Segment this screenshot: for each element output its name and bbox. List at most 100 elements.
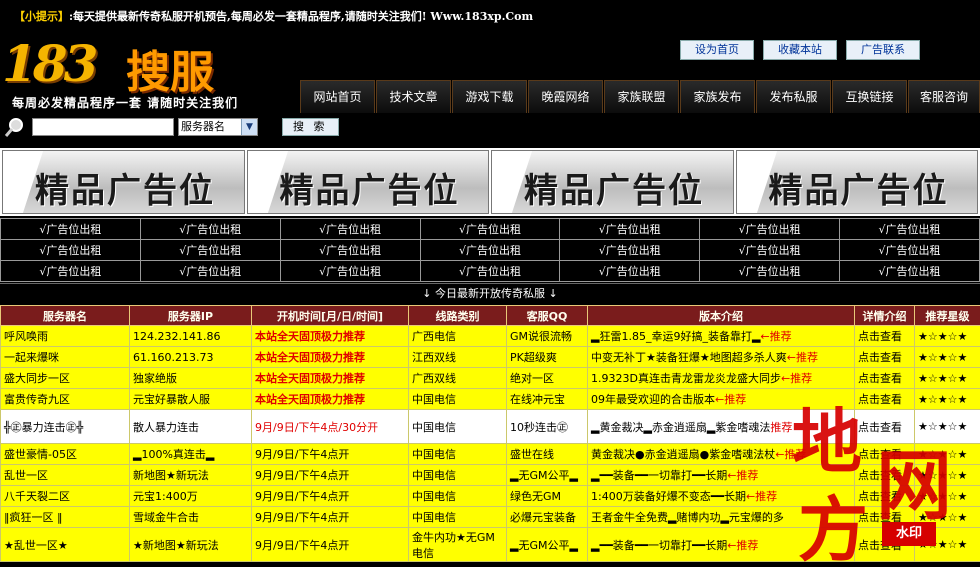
ad-rent-link[interactable]: √广告位出租 <box>0 218 141 240</box>
ad-banner-text: 精品广告位 <box>279 171 460 211</box>
server-name: 八千天裂二区 <box>0 485 130 507</box>
support-qq: 绿色无GM <box>506 485 588 507</box>
detail-link[interactable]: 点击查看 <box>854 409 915 444</box>
ad-rent-link[interactable]: √广告位出租 <box>419 260 561 282</box>
bookmark-button[interactable]: 收藏本站 <box>763 40 837 60</box>
ad-rent-link[interactable]: √广告位出租 <box>839 260 980 282</box>
table-row[interactable]: 乱世一区 新地图★新玩法 9月/9日/下午4点开 中国电信 ▂无GM公平▂ ▂━━装备━━… <box>0 464 980 486</box>
support-qq: PK超级爽 <box>506 346 588 368</box>
nav-item-links[interactable]: 互换链接 <box>832 80 907 113</box>
nav-item-articles[interactable]: 技术文章 <box>376 80 451 113</box>
recommend-tag: ←推荐 <box>727 469 759 482</box>
support-qq: 绝对一区 <box>506 367 588 389</box>
col-header: 服务器IP <box>129 305 252 326</box>
table-header-row: 服务器名 服务器IP 开机时间[月/日/时间] 线路类别 客服QQ 版本介绍 详… <box>0 305 980 326</box>
open-time: 本站全天固顶极力推荐 <box>251 325 409 347</box>
detail-link[interactable]: 点击查看 <box>854 485 915 507</box>
table-row[interactable]: 富贵传奇九区 元宝好暴散人服 本站全天固顶极力推荐 中国电信 在线冲元宝 09年最受欢迎的… <box>0 388 980 410</box>
ad-rent-link[interactable]: √广告位出租 <box>699 239 841 261</box>
table-row[interactable]: 盛大同步一区 独家绝版 本站全天固顶极力推荐 广西双线 绝对一区 1.9323D真连击青龙… <box>0 367 980 389</box>
search-type-select[interactable]: 服务器名 ▼ <box>178 118 258 136</box>
ad-banner[interactable]: 精品广告位 <box>735 150 978 214</box>
table-row[interactable]: 盛世豪情-05区 ▂100%真连击▂ 9月/9日/下午4点开 中国电信 盛世在线 黄金裁决… <box>0 443 980 465</box>
line-type: 中国电信 <box>408 485 507 507</box>
nav-item-family-union[interactable]: 家族联盟 <box>604 80 679 113</box>
ad-rent-link[interactable]: √广告位出租 <box>139 239 281 261</box>
server-ip: ★新地图★新玩法 <box>129 527 252 562</box>
version-intro: ▂狂雷1.85_幸运9好搞_装备靠打▂←推荐 <box>587 325 855 347</box>
ad-banners: 精品广告位 精品广告位 精品广告位 精品广告位 <box>0 148 980 216</box>
ad-rent-link[interactable]: √广告位出租 <box>139 218 281 240</box>
ad-rent-link[interactable]: √广告位出租 <box>419 218 561 240</box>
ad-rent-link[interactable]: √广告位出租 <box>699 260 841 282</box>
detail-link[interactable]: 点击查看 <box>854 506 915 528</box>
version-intro: 黄金裁决●赤金逍遥扇●紫金嗜魂法杖←推荐 <box>587 443 855 465</box>
version-intro: 09年最受欢迎的合击版本←推荐 <box>587 388 855 410</box>
table-row[interactable]: ★乱世一区★ ★新地图★新玩法 9月/9日/下午4点开 金牛内功★无GM电信 ▂无GM公… <box>0 527 980 562</box>
ad-rent-link[interactable]: √广告位出租 <box>559 218 701 240</box>
ad-banner[interactable]: 精品广告位 <box>246 150 489 214</box>
ad-rent-link[interactable]: √广告位出租 <box>279 218 421 240</box>
set-homepage-button[interactable]: 设为首页 <box>680 40 754 60</box>
ad-rent-link[interactable]: √广告位出租 <box>0 239 141 261</box>
tip-bar: 【小提示】:每天提供最新传奇私服开机预告,每周必发一套精品程序,请随时关注我们!… <box>0 0 980 28</box>
nav-item-publish-server[interactable]: 发布私服 <box>756 80 831 113</box>
version-intro: 中变无补丁★装备狂爆★地图超多杀人爽←推荐 <box>587 346 855 368</box>
detail-link[interactable]: 点击查看 <box>854 527 915 562</box>
ad-rent-link[interactable]: √广告位出租 <box>839 218 980 240</box>
version-intro: 1:400万装备好爆不变态━━长期←推荐 <box>587 485 855 507</box>
ad-contact-button[interactable]: 广告联系 <box>846 40 920 60</box>
nav-item-support[interactable]: 客服咨询 <box>908 80 980 113</box>
col-header: 版本介绍 <box>587 305 855 326</box>
table-row[interactable]: 一起来爆咪 61.160.213.73 本站全天固顶极力推荐 江西双线 PK超级爽 中变无… <box>0 346 980 368</box>
ad-rent-link[interactable]: √广告位出租 <box>279 239 421 261</box>
support-qq: 盛世在线 <box>506 443 588 465</box>
nav-item-home[interactable]: 网站首页 <box>300 80 375 113</box>
search-bar: 服务器名 ▼ 搜 索 <box>4 116 339 138</box>
table-row[interactable]: 八千天裂二区 元宝1:400万 9月/9日/下午4点开 中国电信 绿色无GM 1:400万… <box>0 485 980 507</box>
ad-rent-link[interactable]: √广告位出租 <box>559 260 701 282</box>
nav-item-downloads[interactable]: 游戏下载 <box>452 80 527 113</box>
version-intro: 1.9323D真连击青龙雷龙炎龙盛大同步←推荐 <box>587 367 855 389</box>
search-input[interactable] <box>32 118 174 136</box>
server-name: ╬㊣暴力连击㊣╬ <box>0 409 130 444</box>
search-button[interactable]: 搜 索 <box>282 118 339 136</box>
chevron-down-icon: ▼ <box>241 119 257 135</box>
star-rating: ★☆★☆★ <box>914 346 980 368</box>
detail-link[interactable]: 点击查看 <box>854 367 915 389</box>
site-logo[interactable]: 183 搜服 每周必发精品程序一套 请随时关注我们 <box>2 34 250 112</box>
version-intro: ▂━━装备━━一切靠打━━长期←推荐 <box>587 464 855 486</box>
version-text: ▂━━装备━━一切靠打━━长期 <box>591 469 728 482</box>
ad-rent-link[interactable]: √广告位出租 <box>0 260 141 282</box>
table-row[interactable]: ╬㊣暴力连击㊣╬ 散人暴力连击 9月/9日/下午4点/30分开 中国电信 10秒连击㊣ ▂… <box>0 409 980 444</box>
ad-rent-link[interactable]: √广告位出租 <box>419 239 561 261</box>
open-time: 9月/9日/下午4点/30分开 <box>251 409 409 444</box>
ad-banner[interactable]: 精品广告位 <box>2 150 245 214</box>
ad-rent-link[interactable]: √广告位出租 <box>559 239 701 261</box>
ad-rent-link[interactable]: √广告位出租 <box>279 260 421 282</box>
open-time: 本站全天固顶极力推荐 <box>251 388 409 410</box>
tip-text: :每天提供最新传奇私服开机预告,每周必发一套精品程序,请随时关注我们! Www.… <box>69 10 534 23</box>
line-type: 广西双线 <box>408 367 507 389</box>
ad-rent-link[interactable]: √广告位出租 <box>699 218 841 240</box>
star-rating: ★☆★☆★ <box>914 388 980 410</box>
rent-row: √广告位出租 √广告位出租 √广告位出租 √广告位出租 √广告位出租 √广告位出租 √广告位… <box>0 239 980 261</box>
table-row[interactable]: 呼风唤雨 124.232.141.86 本站全天固顶极力推荐 广西电信 GM说很流畅 ▂狂… <box>0 325 980 347</box>
detail-link[interactable]: 点击查看 <box>854 346 915 368</box>
ad-rent-link[interactable]: √广告位出租 <box>139 260 281 282</box>
nav-item-family-publish[interactable]: 家族发布 <box>680 80 755 113</box>
open-time: 9月/9日/下午4点开 <box>251 527 409 562</box>
nav-item-network[interactable]: 晚霞网络 <box>528 80 603 113</box>
detail-link[interactable]: 点击查看 <box>854 388 915 410</box>
table-row[interactable]: ‖疯狂一区 ‖ 雪域金牛合击 9月/9日/下午4点开 中国电信 必爆元宝装备 王者金牛全免… <box>0 506 980 528</box>
detail-link[interactable]: 点击查看 <box>854 325 915 347</box>
ad-rent-grid: √广告位出租 √广告位出租 √广告位出租 √广告位出租 √广告位出租 √广告位出租 √广告位… <box>0 218 980 282</box>
detail-link[interactable]: 点击查看 <box>854 464 915 486</box>
recommend-tag: ←推荐 <box>780 372 813 385</box>
ad-rent-link[interactable]: √广告位出租 <box>839 239 980 261</box>
recommend-tag: ←推荐 <box>786 351 818 364</box>
ad-banner[interactable]: 精品广告位 <box>491 150 734 214</box>
support-qq: 10秒连击㊣ <box>506 409 588 444</box>
logo-slogan: 每周必发精品程序一套 请随时关注我们 <box>12 96 239 110</box>
detail-link[interactable]: 点击查看 <box>854 443 915 465</box>
